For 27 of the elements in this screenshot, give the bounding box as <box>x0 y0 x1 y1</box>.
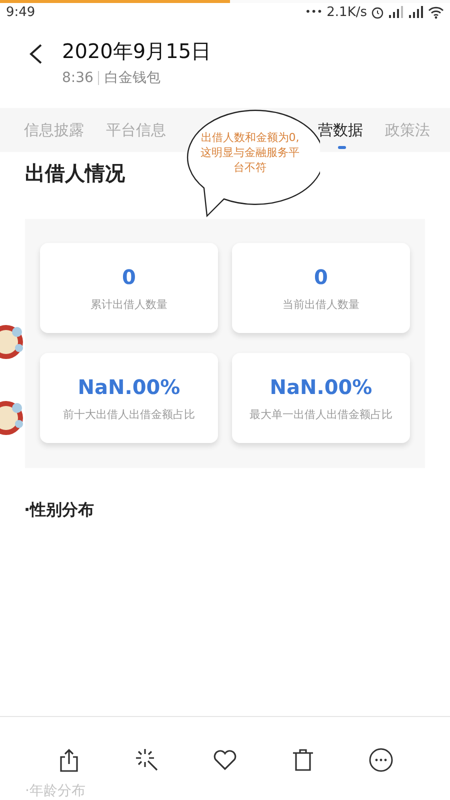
tab[interactable]: 平台信息 <box>106 108 166 152</box>
stat-label: 当前出借人数量 <box>282 296 360 312</box>
subsection-title: ·性别分布 <box>23 499 96 521</box>
tab[interactable]: 信息披露 <box>24 108 84 152</box>
stat-label: 前十大出借人出借金额占比 <box>63 406 195 422</box>
back-icon[interactable] <box>28 43 44 65</box>
stat-value: NaN.00% <box>78 374 180 398</box>
section-title: 出借人情况 <box>25 160 125 187</box>
tab[interactable]: 政策法 <box>385 108 430 152</box>
stat-value: 0 <box>314 264 328 288</box>
photo-time: 8:36 <box>62 70 94 86</box>
photo-date: 2020年9月15日 <box>62 38 212 65</box>
signal-icon <box>408 6 424 18</box>
stat-label: 累计出借人数量 <box>90 296 168 312</box>
status-dots: ••• <box>304 6 323 18</box>
stat-value: NaN.00% <box>270 374 372 398</box>
tab[interactable]: 营数据 <box>318 108 363 152</box>
status-time: 9:49 <box>6 4 36 20</box>
photo-source: 白金钱包 <box>104 69 160 87</box>
stat-label: 最大单一出借人出借金额占比 <box>250 406 392 422</box>
alarm-icon <box>371 6 384 18</box>
stat-value: 0 <box>122 264 136 288</box>
annotation-text: 出借人数和金额为0,这明显与金融服务平台不符 <box>200 130 300 175</box>
network-speed: 2.1K/s <box>326 4 367 20</box>
wifi-icon <box>428 6 444 18</box>
signal-icon <box>388 6 404 18</box>
faded-section-title: ·年龄分布 <box>25 783 86 799</box>
